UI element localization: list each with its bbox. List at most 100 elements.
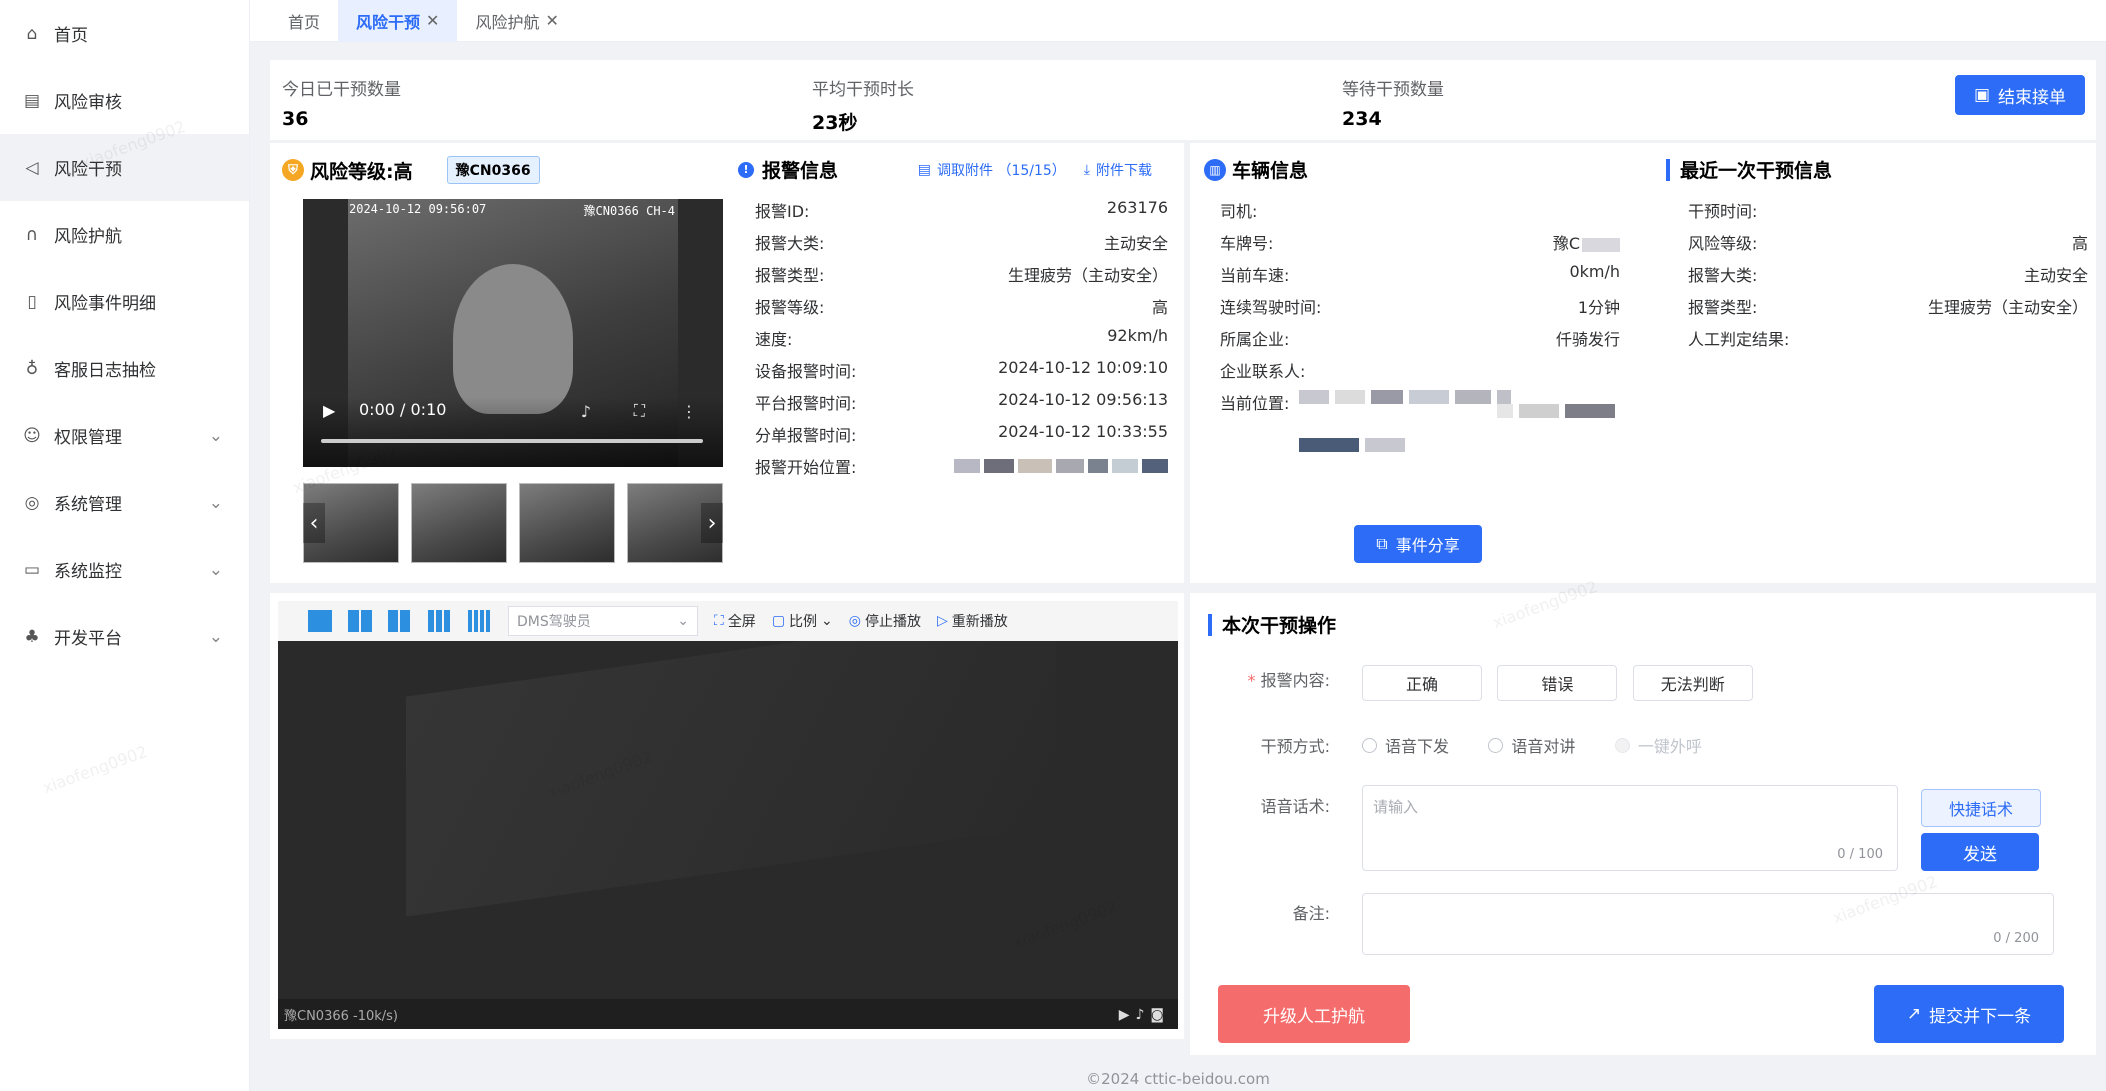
alarm-value: 生理疲劳（主动安全） xyxy=(1007,266,1168,285)
close-icon[interactable]: ✕ xyxy=(426,11,439,30)
chevron-left-icon[interactable]: ‹ xyxy=(303,503,325,543)
radio-circle xyxy=(1614,737,1630,753)
sidebar-item-dev-platform[interactable]: ♣ 开发平台 ⌄ xyxy=(0,603,249,670)
vehicle-row: 当前车速: 0km/h xyxy=(1220,262,1620,286)
option-correct-button[interactable]: 正确 xyxy=(1362,665,1482,701)
tab-risk-escort[interactable]: 风险护航 ✕ xyxy=(457,0,576,42)
remark-textarea[interactable]: 0 / 200 xyxy=(1362,893,2054,955)
radio-voice-talk[interactable]: 语音对讲 xyxy=(1488,733,1575,757)
alarm-value: 高 xyxy=(1151,298,1168,317)
channel-select[interactable]: DMS驾驶员 ⌄ xyxy=(508,606,698,636)
thumbnail[interactable] xyxy=(519,483,615,563)
stop-play-button[interactable]: ◎ 停止播放 xyxy=(849,611,921,631)
stat-waiting: 等待干预数量 234 xyxy=(1342,75,1444,130)
stat-label: 等待干预数量 xyxy=(1342,80,1444,100)
sidebar-item-risk-audit[interactable]: ▤ 风险审核 xyxy=(0,67,249,134)
alarm-label: 设备报警时间: xyxy=(755,362,857,381)
stat-label: 平均干预时长 xyxy=(812,80,914,100)
chevron-right-icon[interactable]: › xyxy=(701,503,723,543)
last-intervention-title: 最近一次干预信息 xyxy=(1666,156,1832,183)
layout-1-icon[interactable] xyxy=(308,610,332,632)
vehicle-label: 当前位置: xyxy=(1220,394,1290,413)
more-icon[interactable]: ⋮ xyxy=(681,402,697,421)
speech-textarea[interactable]: 请输入 0 / 100 xyxy=(1362,785,1898,871)
last-row: 报警大类: 主动安全 xyxy=(1688,262,2088,286)
last-label: 报警类型: xyxy=(1688,298,1758,317)
redacted-location xyxy=(1299,390,1619,452)
alarm-row: 速度: 92km/h xyxy=(755,326,1168,350)
send-button[interactable]: 发送 xyxy=(1921,833,2039,871)
document-icon: ▯ xyxy=(27,291,37,312)
alarm-title: 报警信息 xyxy=(762,160,839,182)
alarm-row: 报警大类: 主动安全 xyxy=(755,230,1168,254)
close-icon[interactable]: ✕ xyxy=(545,11,558,30)
event-share-button[interactable]: ⧉ 事件分享 xyxy=(1354,525,1482,563)
stream-info: 豫CN0366 -10k/s) xyxy=(284,1008,399,1024)
vehicle-value: 豫C xyxy=(1553,230,1620,254)
replay-button[interactable]: ▷ 重新播放 xyxy=(937,611,1008,631)
tab-label: 风险干预 xyxy=(356,12,421,32)
ratio-button[interactable]: ▢ 比例 ⌄ xyxy=(772,611,833,631)
sidebar-item-monitoring[interactable]: ▭ 系统监控 ⌄ xyxy=(0,536,249,603)
quick-phrase-button[interactable]: 快捷话术 xyxy=(1921,789,2041,827)
layout-16-icon[interactable] xyxy=(468,610,492,632)
end-orders-button[interactable]: ▣ 结束接单 xyxy=(1955,75,2085,115)
sidebar-item-risk-intervene[interactable]: ◁ 风险干预 xyxy=(0,134,249,201)
share-arrow-icon: ↗ xyxy=(1906,1004,1922,1024)
sidebar-item-permissions[interactable]: ☺ 权限管理 ⌄ xyxy=(0,402,249,469)
vehicle-value: 1分钟 xyxy=(1577,298,1620,317)
alarm-value: 263176 xyxy=(1106,198,1168,217)
stat-today: 今日已干预数量 36 xyxy=(282,75,401,130)
chevron-down-icon: ⌄ xyxy=(821,613,833,629)
upgrade-escort-button[interactable]: 升级人工护航 xyxy=(1218,985,1410,1043)
alarm-label: 速度: xyxy=(755,330,793,349)
sidebar-item-label: 风险事件明细 xyxy=(54,294,156,314)
fullscreen-button[interactable]: ⛶ 全屏 xyxy=(714,611,756,631)
settings-icon: ◎ xyxy=(24,492,40,513)
stat-value: 234 xyxy=(1342,108,1382,130)
sidebar-item-home[interactable]: ⌂ 首页 xyxy=(0,0,249,67)
video-time: 0:00 / 0:10 xyxy=(359,400,447,419)
download-attachments-link[interactable]: ⤓ 附件下载 xyxy=(1084,160,1152,180)
last-label: 干预时间: xyxy=(1688,202,1758,221)
last-value: 生理疲劳（主动安全） xyxy=(1927,298,2088,317)
tab-risk-intervene[interactable]: 风险干预 ✕ xyxy=(338,0,458,42)
tab-label: 首页 xyxy=(288,12,321,32)
sidebar-item-label: 系统监控 xyxy=(54,562,122,582)
option-wrong-button[interactable]: 错误 xyxy=(1497,665,1618,701)
fullscreen-icon[interactable]: ⛶ xyxy=(634,401,645,421)
section-title-text: 本次干预操作 xyxy=(1222,615,1337,637)
sidebar-item-system[interactable]: ◎ 系统管理 ⌄ xyxy=(0,469,249,536)
play-icon[interactable]: ▶ xyxy=(323,401,335,420)
live-video-screen[interactable]: 豫CN0366 -10k/s) ▶♪◙ xyxy=(278,641,1178,1029)
alarm-header: ! 报警信息 ▤ 调取附件 （15/15） ⤓ 附件下载 xyxy=(738,156,1168,183)
alarm-video-player[interactable]: 2024-10-12 09:56:07 豫CN0366 CH-4 ▶ 0:00 … xyxy=(303,199,723,467)
page-footer: ©2024 cttic-beidou.com xyxy=(1086,1070,1270,1088)
vehicle-panel: ▥ 车辆信息 司机: 车牌号: 豫C 当前车速: 0km/h 连续驾驶时间: 1分钟… xyxy=(1190,143,2096,583)
player-controls-icon[interactable]: ▶♪◙ xyxy=(1119,1007,1170,1023)
volume-icon[interactable]: ♪ xyxy=(581,402,591,421)
chevron-down-icon: ⌄ xyxy=(208,559,223,580)
thumbnail[interactable] xyxy=(411,483,507,563)
sidebar-item-risk-escort[interactable]: ∩ 风险护航 xyxy=(0,201,249,268)
alarm-row: 设备报警时间: 2024-10-12 10:09:10 xyxy=(755,358,1168,382)
tab-home[interactable]: 首页 xyxy=(270,0,338,42)
attachment-icon: ▤ xyxy=(917,161,931,178)
layout-6-icon[interactable] xyxy=(388,610,412,632)
fetch-attachments-link[interactable]: ▤ 调取附件 （15/15） xyxy=(918,160,1066,180)
radio-voice-send[interactable]: 语音下发 xyxy=(1362,733,1449,757)
video-progress[interactable] xyxy=(321,439,703,443)
sidebar-item-risk-events[interactable]: ▯ 风险事件明细 xyxy=(0,268,249,335)
option-unknown-button[interactable]: 无法判断 xyxy=(1632,665,1753,701)
layout-4-icon[interactable] xyxy=(348,610,372,632)
intervene-panel: 本次干预操作 * 报警内容: 正确 错误 无法判断 干预方式: 语音下发 语音对… xyxy=(1190,593,2096,1055)
sidebar-item-service-log[interactable]: ♁ 客服日志抽检 xyxy=(0,335,249,402)
last-row: 干预时间: xyxy=(1688,198,2088,222)
intervene-title: 本次干预操作 xyxy=(1208,611,1336,638)
alarm-row: 报警ID: 263176 xyxy=(755,198,1168,222)
layout-9-icon[interactable] xyxy=(428,610,452,632)
tab-bar: 首页 风险干预 ✕ 风险护航 ✕ xyxy=(250,0,2106,42)
speaker-icon: ◁ xyxy=(25,157,39,178)
shield-icon: ⛨ xyxy=(282,159,304,181)
submit-next-button[interactable]: ↗ 提交并下一条 xyxy=(1874,985,2064,1043)
